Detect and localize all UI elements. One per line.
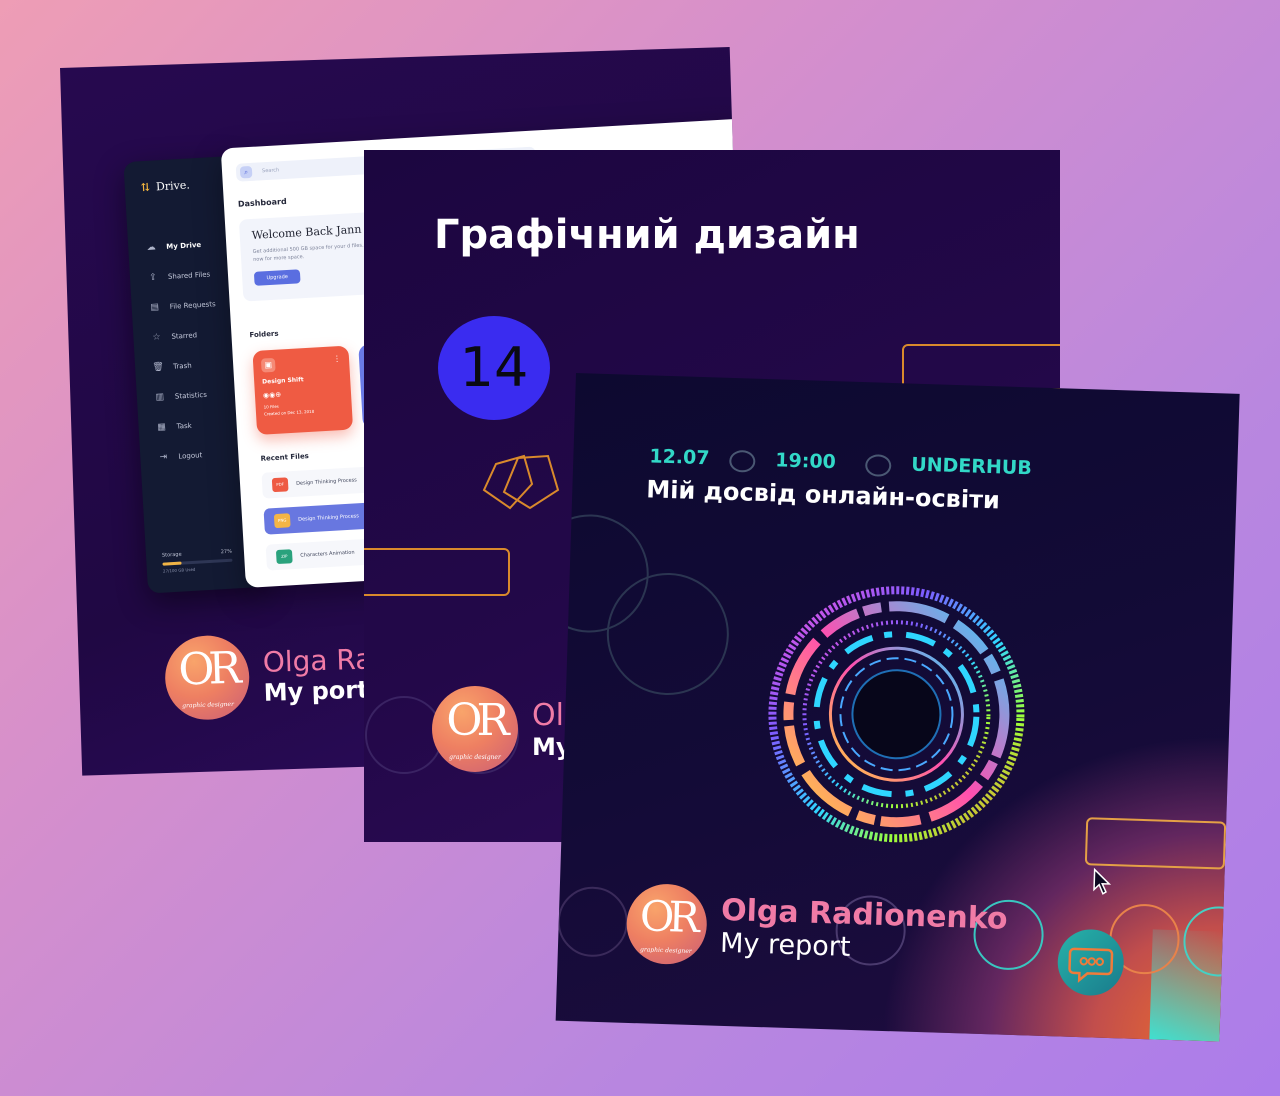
or-logo: OR graphic designer bbox=[163, 634, 251, 721]
cursor-icon bbox=[1093, 867, 1112, 895]
file-type-icon: PNG bbox=[273, 513, 291, 529]
sidebar-item-starred[interactable]: ☆ Starred bbox=[149, 319, 219, 353]
folder-icon: ▣ bbox=[260, 357, 276, 373]
outline-rectangle bbox=[364, 548, 510, 596]
sidebar-item-my-drive[interactable]: ☁ My Drive bbox=[143, 229, 213, 263]
separator-dot bbox=[864, 454, 892, 477]
or-logo: OR graphic designer bbox=[625, 882, 708, 966]
folder-name: Design Shift bbox=[262, 376, 304, 386]
event-time: 19:00 bbox=[775, 449, 837, 474]
sidebar-item-label: Statistics bbox=[174, 390, 208, 401]
chat-icon bbox=[1068, 947, 1114, 983]
my-drive-icon: ☁ bbox=[146, 242, 157, 254]
or-logo: OR graphic designer bbox=[432, 686, 518, 772]
sidebar-item-task[interactable]: ▦ Task bbox=[154, 409, 224, 443]
outline-rectangle bbox=[1084, 817, 1227, 870]
storage-widget: Storage 27% 27/100 GB Used bbox=[162, 549, 233, 574]
recent-files-heading: Recent Files bbox=[260, 452, 310, 463]
separator-dot bbox=[728, 449, 756, 473]
folders-heading: Folders bbox=[249, 329, 279, 340]
folder-card[interactable]: ▣ ⋮ Design Shift ◉◉⊕ 10 Files Created on… bbox=[252, 345, 354, 435]
file-name: Design Thinking Process bbox=[298, 513, 360, 523]
event-venue: UNDERHUB bbox=[910, 453, 1033, 480]
sidebar-item-trash[interactable]: 🗑 Trash bbox=[150, 349, 220, 383]
signature: OR graphic designer Olga Rad My portfo bbox=[163, 630, 396, 721]
signature: OR graphic designer Ol My bbox=[432, 686, 572, 772]
file-name: Design Thinking Process bbox=[295, 477, 358, 487]
sidebar-item-statistics[interactable]: ▥ Statistics bbox=[152, 379, 222, 413]
task-icon: ▦ bbox=[157, 422, 167, 433]
sidebar-item-label: Trash bbox=[172, 361, 192, 371]
folder-meta: 10 Files Created on Dec 13, 2018 bbox=[263, 399, 344, 418]
graphic-design-title: Графічний дизайн bbox=[434, 212, 860, 258]
sidebar-item-file-requests[interactable]: ▤ File Requests bbox=[147, 289, 217, 323]
number-badge: 14 bbox=[438, 316, 550, 420]
sidebar-item-label: My Drive bbox=[166, 240, 202, 251]
pentagons-icon bbox=[482, 454, 560, 510]
file-type-icon: PDF bbox=[271, 477, 289, 493]
sidebar-item-label: File Requests bbox=[169, 300, 216, 311]
more-icon[interactable]: ⋮ bbox=[333, 354, 342, 363]
file-name: Characters Animation bbox=[300, 549, 355, 559]
sidebar-item-label: Logout bbox=[178, 451, 203, 461]
storage-label: Storage bbox=[161, 551, 182, 559]
logout-icon: ⇥ bbox=[159, 452, 168, 463]
signature: OR graphic designer Olga Radionenko My r… bbox=[625, 882, 1008, 975]
file-type-icon: ZIP bbox=[275, 549, 293, 565]
drive-logo-icon: ⇅ bbox=[140, 180, 151, 195]
starred-icon: ☆ bbox=[152, 332, 161, 343]
drive-brand: ⇅ Drive. bbox=[140, 178, 191, 195]
sidebar-item-label: Shared Files bbox=[167, 270, 211, 281]
statistics-icon: ▥ bbox=[155, 392, 165, 403]
trash-icon: 🗑 bbox=[152, 362, 165, 373]
chat-bubble-icon[interactable] bbox=[1056, 928, 1125, 997]
circle-outlines bbox=[565, 514, 729, 696]
storage-percent: 27% bbox=[220, 548, 233, 556]
storage-used: 27/100 GB Used bbox=[162, 566, 196, 574]
drive-nav: ☁ My Drive ⇪ Shared Files ▤ File Requests ☆ Sta… bbox=[143, 229, 225, 473]
report-card: 12.07 19:00 UNDERHUB Мій досвід онлайн-о… bbox=[555, 373, 1240, 1042]
sidebar-item-label: Starred bbox=[171, 331, 198, 341]
sidebar-item-label: Task bbox=[176, 421, 192, 431]
dashboard-heading: Dashboard bbox=[237, 196, 287, 209]
storage-fill bbox=[162, 561, 182, 566]
search-icon: ⌕ bbox=[239, 165, 253, 179]
recent-files-list: PDF Design Thinking Process PNG Design Thin… bbox=[221, 118, 750, 571]
hud-ring-graphic bbox=[768, 586, 1025, 843]
sidebar-item-shared-files[interactable]: ⇪ Shared Files bbox=[145, 259, 215, 293]
event-date: 12.07 bbox=[649, 445, 710, 470]
file-requests-icon: ▤ bbox=[150, 302, 160, 313]
avatar-group-icon: ◉◉⊕ bbox=[262, 390, 282, 400]
upgrade-button[interactable]: Upgrade bbox=[253, 269, 301, 286]
sidebar-item-logout[interactable]: ⇥ Logout bbox=[156, 439, 226, 473]
shared-files-icon: ⇪ bbox=[148, 272, 158, 283]
